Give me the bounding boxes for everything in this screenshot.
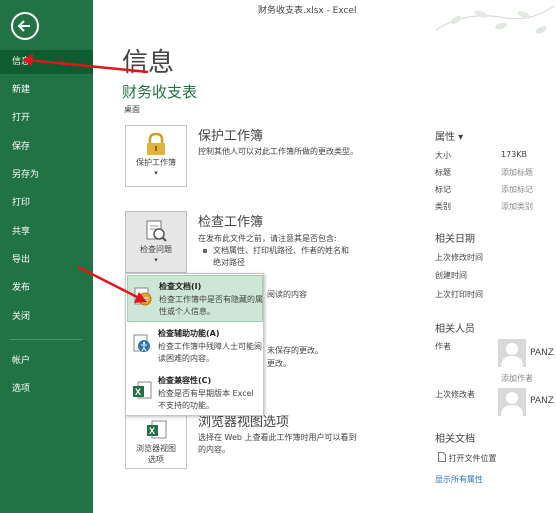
menu-item-inspect-document[interactable]: 检查文档(I) 检查工作簿中是否有隐藏的属性或个人信息。 bbox=[127, 275, 263, 322]
open-file-location-text: 打开文件位置 bbox=[448, 454, 497, 463]
nav-item-options[interactable]: 选项 bbox=[0, 377, 93, 401]
created-label: 创建时间 bbox=[435, 271, 467, 280]
nav-item-print[interactable]: 打印 bbox=[0, 191, 93, 215]
properties-title[interactable]: 属性 ▾ bbox=[435, 128, 463, 143]
nav-item-save-as[interactable]: 另存为 bbox=[0, 163, 93, 187]
inspect-partial-text: 阅读的内容 bbox=[267, 290, 307, 299]
inspect-bullet: 文档属性、打印机路径、作者的姓名和绝对路径 bbox=[203, 245, 353, 269]
property-title-label: 标题 bbox=[435, 168, 451, 177]
nav-item-save[interactable]: 保存 bbox=[0, 135, 93, 159]
accessibility-icon bbox=[133, 334, 150, 352]
nav-item-open[interactable]: 打开 bbox=[0, 106, 93, 130]
protect-section-title: 保护工作簿 bbox=[198, 129, 264, 144]
inspect-bullet-text: 文档属性、打印机路径、作者的姓名和绝对路径 bbox=[213, 246, 349, 267]
menu-item-desc: 检查是否有早期版本 Excel 不支持的功能。 bbox=[158, 389, 254, 410]
open-file-location-link[interactable]: 打开文件位置 bbox=[438, 452, 497, 464]
person-icon bbox=[501, 343, 523, 367]
decorative-leaves-icon bbox=[435, 5, 555, 34]
file-location: 桌面 bbox=[124, 105, 140, 114]
add-title-field[interactable]: 添加标题 bbox=[501, 167, 533, 178]
last-printed-label: 上次打印时间 bbox=[435, 290, 483, 299]
nav-item-info[interactable]: 信息 bbox=[0, 50, 93, 74]
last-modified-by-avatar bbox=[498, 388, 526, 416]
add-category-field[interactable]: 添加类别 bbox=[501, 201, 533, 212]
browser-view-options-button[interactable]: X 浏览器视图 选项 bbox=[125, 413, 187, 469]
browser-view-button-label-1: 浏览器视图 bbox=[136, 444, 176, 453]
svg-text:X: X bbox=[135, 387, 141, 397]
protect-section-desc: 控制其他人可以对此工作簿所做的更改类型。 bbox=[198, 147, 358, 156]
chevron-down-icon: ▾ bbox=[154, 256, 158, 264]
inspect-section-desc: 在发布此文件之前，请注意其是否包含: bbox=[198, 234, 337, 243]
file-name: 财务收支表 bbox=[122, 83, 198, 101]
protect-workbook-button[interactable]: 保护工作簿 ▾ bbox=[125, 125, 187, 187]
nav-item-new[interactable]: 新建 bbox=[0, 78, 93, 102]
menu-item-desc: 检查工作簿中残障人士可能阅读困难的内容。 bbox=[158, 342, 262, 363]
menu-item-title: 检查辅助功能(A) bbox=[158, 329, 220, 338]
author-label: 作者 bbox=[435, 342, 451, 351]
menu-item-check-compatibility[interactable]: X 检查兼容性(C) 检查是否有早期版本 Excel 不支持的功能。 bbox=[127, 370, 263, 417]
menu-item-title: 检查兼容性(C) bbox=[158, 376, 212, 385]
author-avatar bbox=[498, 339, 526, 367]
last-modified-by-name: PANZ bbox=[530, 396, 554, 406]
chevron-down-icon: ▾ bbox=[154, 169, 158, 177]
add-author-link[interactable]: 添加作者 bbox=[501, 373, 533, 384]
menu-item-desc: 检查工作簿中是否有隐藏的属性或个人信息。 bbox=[159, 295, 263, 316]
check-for-issues-button-label: 检查问题 bbox=[140, 245, 172, 254]
lock-icon bbox=[147, 132, 165, 155]
browser-section-desc-1: 选择在 Web 上查看此工作簿时用户可以看到 bbox=[198, 433, 357, 442]
menu-item-check-accessibility[interactable]: 检查辅助功能(A) 检查工作簿中残障人士可能阅读困难的内容。 bbox=[127, 323, 263, 370]
property-size-value: 173KB bbox=[501, 150, 528, 159]
inspect-section-title: 检查工作簿 bbox=[198, 215, 264, 230]
last-modified-by-label: 上次修改者 bbox=[435, 390, 475, 399]
author-name: PANZ bbox=[530, 348, 554, 358]
nav-item-account[interactable]: 帐户 bbox=[0, 349, 93, 373]
versions-desc-line1: 未保存的更改。 bbox=[267, 346, 323, 355]
property-size-label: 大小 bbox=[435, 151, 451, 160]
person-icon bbox=[501, 392, 523, 416]
nav-item-export[interactable]: 导出 bbox=[0, 248, 93, 272]
inspect-document-icon bbox=[146, 220, 167, 242]
last-modified-label: 上次修改时间 bbox=[435, 253, 483, 262]
nav-item-close[interactable]: 关闭 bbox=[0, 305, 93, 329]
versions-desc-line2: 更改。 bbox=[267, 359, 291, 368]
related-people-title: 相关人员 bbox=[435, 324, 475, 335]
svg-text:X: X bbox=[149, 426, 155, 436]
nav-divider bbox=[10, 339, 82, 340]
browser-view-button-label-2: 选项 bbox=[148, 455, 164, 464]
bullet-icon bbox=[203, 249, 207, 253]
back-arrow-icon[interactable] bbox=[11, 12, 39, 40]
check-for-issues-menu: 检查文档(I) 检查工作簿中是否有隐藏的属性或个人信息。 检查辅助功能(A) 检… bbox=[125, 273, 264, 416]
window-title: 财务收支表.xlsx - Excel bbox=[258, 6, 357, 16]
related-dates-title: 相关日期 bbox=[435, 234, 475, 245]
nav-item-share[interactable]: 共享 bbox=[0, 220, 93, 244]
document-icon bbox=[438, 452, 446, 462]
compatibility-excel-icon: X bbox=[133, 381, 152, 399]
add-tags-field[interactable]: 添加标记 bbox=[501, 184, 533, 195]
nav-item-publish[interactable]: 发布 bbox=[0, 276, 93, 300]
related-documents-title: 相关文档 bbox=[435, 434, 475, 445]
backstage-nav: 信息 新建 打开 保存 另存为 打印 共享 导出 发布 关闭 帐户 选项 bbox=[0, 0, 93, 513]
property-tags-label: 标记 bbox=[435, 185, 451, 194]
protect-workbook-button-label: 保护工作簿 bbox=[136, 158, 176, 167]
browser-excel-icon: X bbox=[147, 420, 167, 439]
check-for-issues-button[interactable]: 检查问题 ▾ bbox=[125, 211, 187, 273]
inspect-document-icon bbox=[134, 287, 152, 306]
browser-section-desc-2: 的内容。 bbox=[198, 445, 230, 454]
property-category-label: 类别 bbox=[435, 202, 451, 211]
page-title: 信息 bbox=[122, 48, 175, 78]
title-bar: 财务收支表.xlsx - Excel bbox=[93, 0, 556, 34]
menu-item-title: 检查文档(I) bbox=[159, 282, 202, 291]
show-all-properties-link[interactable]: 显示所有属性 bbox=[435, 474, 483, 485]
